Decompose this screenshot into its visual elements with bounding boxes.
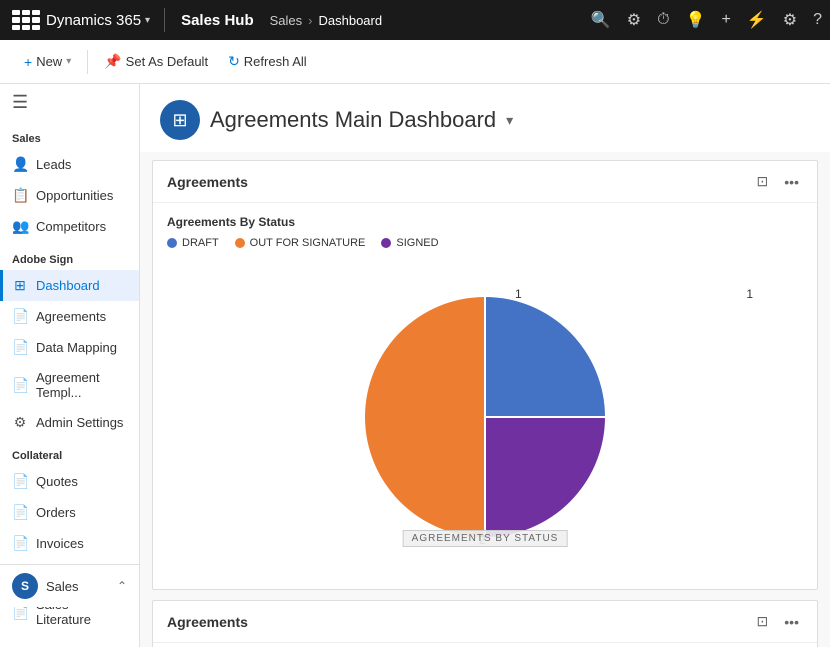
leads-icon: 👤 <box>12 156 28 173</box>
card1-more-button[interactable]: ••• <box>780 171 803 192</box>
agreements-icon: 📄 <box>12 308 28 325</box>
data-mapping-icon: 📄 <box>12 339 28 356</box>
refresh-icon: ↻ <box>228 53 240 70</box>
label-signed: 1 <box>746 287 753 301</box>
sidebar-item-leads[interactable]: 👤 Leads <box>0 149 139 180</box>
out-for-sig-color-dot <box>235 238 245 248</box>
sidebar-section-collateral: Collateral <box>0 438 139 466</box>
lightbulb-icon[interactable]: 💡 <box>686 10 706 30</box>
content-area: ⊞ Agreements Main Dashboard ▾ Agreements… <box>140 84 830 647</box>
competitors-icon: 👥 <box>12 218 28 235</box>
page-title: Agreements Main Dashboard <box>210 107 496 133</box>
card1-title: Agreements <box>167 174 248 190</box>
legend-out-for-sig: OUT FOR SIGNATURE <box>235 237 366 249</box>
plus-icon[interactable]: + <box>721 11 730 29</box>
chart1-legend: DRAFT OUT FOR SIGNATURE SIGNED <box>167 237 803 249</box>
sidebar-item-invoices[interactable]: 📄 Invoices <box>0 528 139 559</box>
opportunities-icon: 📋 <box>12 187 28 204</box>
top-navigation: Dynamics 365 ▾ Sales Hub Sales › Dashboa… <box>0 0 830 40</box>
sidebar-item-orders[interactable]: 📄 Orders <box>0 497 139 528</box>
card2-title: Agreements <box>167 614 248 630</box>
orders-icon: 📄 <box>12 504 28 521</box>
plus-icon: + <box>24 54 32 70</box>
hamburger-button[interactable]: ☰ <box>12 92 28 113</box>
invoices-icon: 📄 <box>12 535 28 552</box>
search-icon[interactable]: 🔍 <box>591 10 611 30</box>
dashboard-grid-icon: ⊞ <box>172 110 187 131</box>
sidebar-item-agreements[interactable]: 📄 Agreements <box>0 301 139 332</box>
sidebar-footer[interactable]: S Sales ⌃ <box>0 564 139 607</box>
sidebar-item-data-mapping[interactable]: 📄 Data Mapping <box>0 332 139 363</box>
card1-body: Agreements By Status DRAFT OUT FOR SIGNA… <box>153 203 817 589</box>
help-icon[interactable]: ? <box>813 11 822 29</box>
page-header: ⊞ Agreements Main Dashboard ▾ <box>140 84 830 152</box>
filter-icon[interactable]: ⚡ <box>747 10 767 30</box>
sidebar-section-sales: Sales <box>0 121 139 149</box>
card1-actions: ⊡ ••• <box>753 171 803 192</box>
refresh-button[interactable]: ↻ Refresh All <box>220 47 315 76</box>
hamburger-icon: ☰ <box>12 92 28 113</box>
card2-header: Agreements ⊡ ••• <box>153 601 817 643</box>
nav-icons: 🔍 ⚙ ⏱ 💡 + ⚡ ⚙ ? <box>591 10 822 30</box>
template-icon: 📄 <box>12 377 28 394</box>
clock-icon[interactable]: ⏱ <box>657 11 669 29</box>
signed-segment <box>485 417 605 537</box>
dashboard-area: Agreements ⊡ ••• Agreements By Status DR… <box>140 152 830 647</box>
gear-icon[interactable]: ⚙ <box>783 10 797 30</box>
pie-chart-svg <box>335 267 635 567</box>
sidebar-toggle[interactable]: ☰ <box>0 84 139 121</box>
toolbar-divider <box>87 50 88 74</box>
legend-draft: DRAFT <box>167 237 219 249</box>
legend-signed: SIGNED <box>381 237 438 249</box>
card1-header: Agreements ⊡ ••• <box>153 161 817 203</box>
footer-chevron-icon: ⌃ <box>117 579 127 593</box>
breadcrumb-sep: › <box>308 13 312 28</box>
pie-chart-container: 1 1 2 AGREEMENTS BY STATUS <box>167 257 803 577</box>
chart-tooltip: AGREEMENTS BY STATUS <box>403 530 568 547</box>
chart1-subtitle: Agreements By Status <box>167 215 803 229</box>
main-layout: ☰ Sales 👤 Leads 📋 Opportunities 👥 Compet… <box>0 84 830 647</box>
label-draft: 1 <box>515 287 522 301</box>
sidebar-item-agreement-template[interactable]: 📄 Agreement Templ... <box>0 363 139 407</box>
hub-name: Sales Hub <box>173 12 262 29</box>
new-button[interactable]: + New ▾ <box>16 48 79 76</box>
admin-icon: ⚙ <box>12 414 28 431</box>
draft-color-dot <box>167 238 177 248</box>
agreements-month-card: Agreements ⊡ ••• Agreement Status By Mon… <box>152 600 818 647</box>
dashboard-icon: ⊞ <box>12 277 28 294</box>
sidebar-section-performance: Performance <box>0 634 139 647</box>
sidebar: ☰ Sales 👤 Leads 📋 Opportunities 👥 Compet… <box>0 84 140 647</box>
card2-actions: ⊡ ••• <box>753 611 803 632</box>
card1-expand-button[interactable]: ⊡ <box>753 171 773 192</box>
new-chevron-icon: ▾ <box>66 56 71 67</box>
nav-divider <box>164 8 165 32</box>
sidebar-item-competitors[interactable]: 👥 Competitors <box>0 211 139 242</box>
settings-icon[interactable]: ⚙ <box>627 10 641 30</box>
quotes-icon: 📄 <box>12 473 28 490</box>
page-title-chevron-icon[interactable]: ▾ <box>506 112 513 129</box>
signed-color-dot <box>381 238 391 248</box>
footer-label: Sales <box>46 579 79 594</box>
set-default-button[interactable]: 📌 Set As Default <box>96 47 216 76</box>
sidebar-item-admin-settings[interactable]: ⚙ Admin Settings <box>0 407 139 438</box>
sidebar-item-opportunities[interactable]: 📋 Opportunities <box>0 180 139 211</box>
page-icon: ⊞ <box>160 100 200 140</box>
app-name[interactable]: Dynamics 365 ▾ <box>40 12 156 29</box>
card2-expand-button[interactable]: ⊡ <box>753 611 773 632</box>
pin-icon: 📌 <box>104 53 121 70</box>
out-for-sig-segment <box>365 297 485 537</box>
draft-segment <box>485 297 605 417</box>
card2-body: Agreement Status By Month SIGNED OUT FOR… <box>153 643 817 647</box>
action-toolbar: + New ▾ 📌 Set As Default ↻ Refresh All <box>0 40 830 84</box>
breadcrumb: Sales › Dashboard <box>266 13 587 28</box>
user-avatar: S <box>12 573 38 599</box>
app-chevron-icon: ▾ <box>145 15 150 26</box>
sidebar-item-quotes[interactable]: 📄 Quotes <box>0 466 139 497</box>
sidebar-item-dashboard[interactable]: ⊞ Dashboard <box>0 270 139 301</box>
sidebar-section-adobe: Adobe Sign <box>0 242 139 270</box>
agreements-status-card: Agreements ⊡ ••• Agreements By Status DR… <box>152 160 818 590</box>
card2-more-button[interactable]: ••• <box>780 611 803 632</box>
waffle-menu-icon[interactable] <box>8 6 36 34</box>
